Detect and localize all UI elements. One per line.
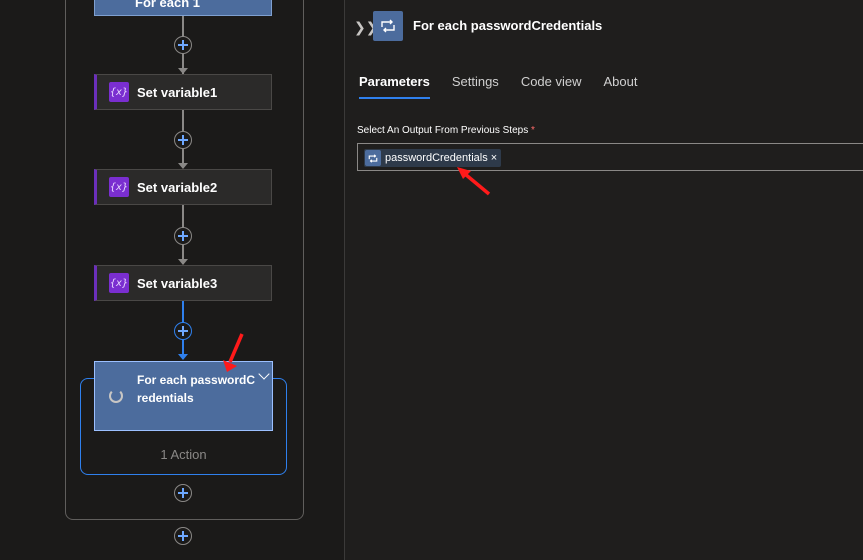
tab-parameters[interactable]: Parameters [359,74,430,99]
annotation-arrow-icon [457,167,491,196]
node-label: For each passwordCredentials [137,373,256,405]
output-selector-input[interactable]: passwordCredentials × [357,143,863,171]
node-label: For each 1 [135,0,201,10]
node-label: Set variable2 [137,179,218,195]
tab-settings[interactable]: Settings [452,74,499,99]
panel-tabs: Parameters Settings Code view About [359,74,660,99]
foreach-icon [373,11,403,41]
action-count: 1 Action [160,447,207,462]
variable-icon: {x} [109,273,129,293]
add-step-button[interactable] [174,227,192,245]
token-label: passwordCredentials [385,152,488,164]
workflow-canvas: For each 1 {x} Set variable1 {x} Set var… [0,0,343,560]
variable-icon: {x} [109,177,129,197]
foreach-icon [365,150,381,166]
field-label: Select An Output From Previous Steps * [357,125,535,136]
tab-about[interactable]: About [604,74,638,99]
variable-icon: {x} [109,82,129,102]
connector-arrow [178,354,188,360]
add-step-button[interactable] [174,484,192,502]
add-step-button[interactable] [174,527,192,545]
chevron-down-icon[interactable] [258,368,270,380]
node-label: Set variable3 [137,275,218,291]
required-mark: * [530,125,535,136]
tab-code-view[interactable]: Code view [521,74,582,99]
node-label: Set variable1 [137,84,218,100]
panel-title: For each passwordCredentials [413,18,603,33]
add-step-button[interactable] [174,36,192,54]
for-each-1-node[interactable]: For each 1 [94,0,272,16]
remove-token-icon[interactable]: × [491,152,497,164]
spinner-icon [109,389,123,403]
set-variable1-node[interactable]: {x} Set variable1 [94,74,272,110]
details-panel: ❯❯ For each passwordCredentials Paramete… [344,0,863,560]
set-variable2-node[interactable]: {x} Set variable2 [94,169,272,205]
set-variable3-node[interactable]: {x} Set variable3 [94,265,272,301]
add-step-button[interactable] [174,131,192,149]
annotation-arrow-icon [223,333,244,372]
add-step-button[interactable] [174,322,192,340]
